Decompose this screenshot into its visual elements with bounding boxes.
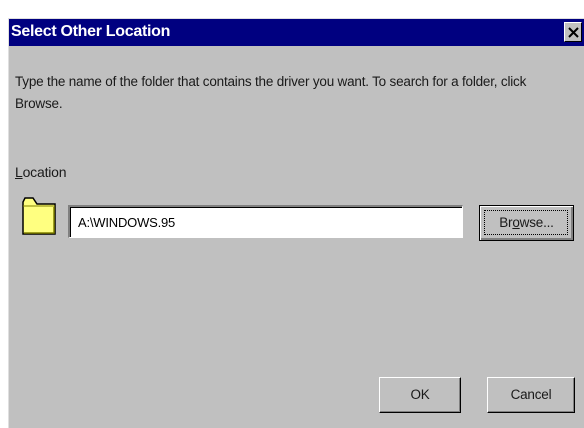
close-button[interactable] (564, 22, 582, 42)
browse-label-pre: Br (499, 215, 513, 230)
browse-label: Browse... (480, 215, 573, 230)
location-input[interactable] (68, 205, 463, 238)
dialog-title: Select Other Location (11, 23, 171, 40)
folder-icon (22, 197, 56, 235)
title-bar[interactable]: Select Other Location (9, 19, 584, 46)
browse-label-post: wse... (519, 215, 554, 230)
location-label-rest: ocation (22, 164, 67, 180)
select-location-dialog: Select Other Location Type the name of t… (8, 18, 584, 428)
instructions-text: Type the name of the folder that contain… (15, 74, 527, 111)
close-icon (568, 27, 579, 38)
ok-button[interactable]: OK (379, 377, 461, 413)
browse-button[interactable]: Browse... (479, 205, 574, 241)
browse-label-accel: o (512, 215, 520, 230)
cancel-button[interactable]: Cancel (487, 377, 575, 413)
location-label: Location (15, 164, 67, 180)
location-label-accel: L (15, 164, 23, 180)
